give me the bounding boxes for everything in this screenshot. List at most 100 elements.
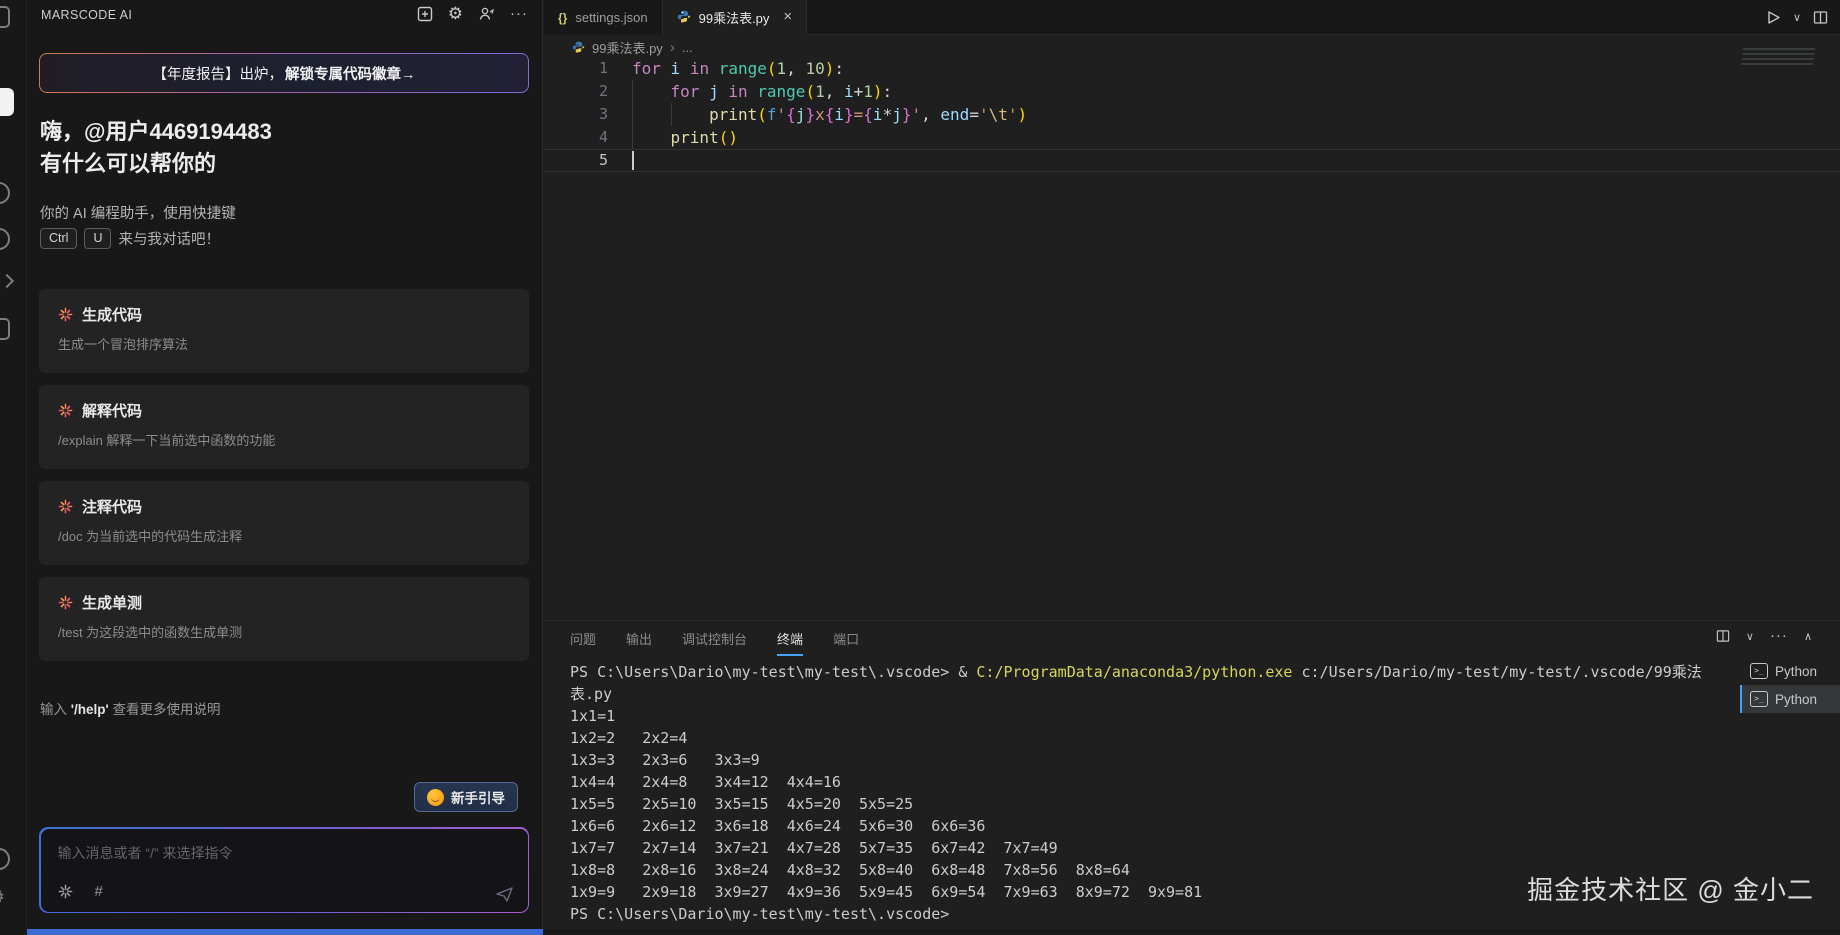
sparkle-command-icon[interactable] xyxy=(58,884,73,899)
card-title: 注释代码 xyxy=(82,496,142,517)
code-editor[interactable]: 1for i in range(1, 10):2 for j in range(… xyxy=(544,57,1840,172)
intro-text: 你的 AI 编程助手，使用快捷键 xyxy=(40,202,236,223)
line-number: 3 xyxy=(544,103,608,126)
sparkle-icon xyxy=(58,499,73,514)
terminal-icon: >_ xyxy=(1750,691,1768,707)
panel-tab[interactable]: 问题 xyxy=(570,629,596,656)
activity-icon-partial[interactable] xyxy=(0,228,10,250)
breadcrumb-file: 99乘法表.py xyxy=(592,38,663,57)
panel-maximize-icon[interactable]: ∧ xyxy=(1804,630,1812,643)
terminal-label: Python xyxy=(1775,692,1817,707)
editor-area: {} settings.json 99乘法表.py × ∨ xyxy=(544,0,1840,620)
code-line[interactable]: 4 print() xyxy=(544,126,1840,149)
terminal-line: 1x2=2 2x2=4 xyxy=(570,727,1730,749)
code-line[interactable]: 1for i in range(1, 10): xyxy=(544,57,1840,80)
line-number: 1 xyxy=(544,57,608,80)
terminal-list: >_ Python >_ Python xyxy=(1740,657,1840,713)
panel-tab[interactable]: 端口 xyxy=(833,629,859,656)
indent-guide xyxy=(632,80,633,103)
card-title: 生成单测 xyxy=(82,592,142,613)
indent-guide xyxy=(632,103,633,126)
editor-tab-bar: {} settings.json 99乘法表.py × ∨ xyxy=(544,0,1840,35)
card-title: 生成代码 xyxy=(82,304,142,325)
keycap-u: U xyxy=(84,228,111,249)
activity-icon-partial[interactable] xyxy=(0,318,10,340)
account-icon[interactable] xyxy=(0,848,10,870)
bottom-panel: 问题 输出 调试控制台 终端 端口 ∨ ··· ∧ PS C:\Users\Dario\… xyxy=(544,620,1840,929)
tab-99-multiplication-py[interactable]: 99乘法表.py × xyxy=(663,0,808,35)
editor-cursor xyxy=(632,151,634,170)
terminal-list-item[interactable]: >_ Python xyxy=(1740,685,1840,713)
line-number: 4 xyxy=(544,126,608,149)
chat-input[interactable]: 输入消息或者 “/” 来选择指令 # xyxy=(39,827,529,913)
new-chat-icon[interactable] xyxy=(417,6,433,22)
keycap-ctrl: Ctrl xyxy=(40,228,77,249)
card-description: /explain 解释一下当前选中函数的功能 xyxy=(58,430,510,449)
greeting-line2: 有什么可以帮你的 xyxy=(40,148,272,180)
split-terminal-icon[interactable] xyxy=(1716,629,1730,643)
line-number: 2 xyxy=(544,80,608,103)
code-line[interactable]: 3 print(f'{j}x{i}={i*j}', end='\t') xyxy=(544,103,1840,126)
community-watermark: 掘金技术社区 @ 金小二 xyxy=(1527,870,1814,907)
status-bar[interactable] xyxy=(27,929,543,935)
marscode-sidebar: MARSCODE AI ⚙ ··· 【年度报告】出炉，解锁专属代码徽章→ 嗨，@… xyxy=(27,0,543,929)
terminal-split-dropdown-icon[interactable]: ∨ xyxy=(1746,630,1754,643)
run-python-button[interactable] xyxy=(1766,10,1781,25)
greeting: 嗨，@用户4469194483 有什么可以帮你的 xyxy=(40,116,272,180)
panel-more-actions-icon[interactable]: ··· xyxy=(1770,627,1788,645)
activity-item-active-marscode[interactable] xyxy=(0,88,14,116)
account-switch-icon[interactable] xyxy=(478,6,495,22)
activity-bar: ⚙ xyxy=(0,0,27,935)
activity-icon-partial[interactable] xyxy=(0,274,14,288)
panel-tab[interactable]: 输出 xyxy=(626,629,652,656)
split-editor-icon[interactable] xyxy=(1813,10,1828,25)
terminal-label: Python xyxy=(1775,664,1817,679)
suggestion-card[interactable]: 生成代码生成一个冒泡排序算法 xyxy=(39,289,529,373)
activity-icon-partial[interactable] xyxy=(0,6,10,28)
help-command: '/help' xyxy=(71,702,109,717)
code-line[interactable]: 2 for j in range(1, i+1): xyxy=(544,80,1840,103)
sparkle-icon xyxy=(58,403,73,418)
suggestion-card[interactable]: 生成单测/test 为这段选中的函数生成单测 xyxy=(39,577,529,661)
intro-suffix: 来与我对话吧！ xyxy=(118,228,220,249)
send-icon[interactable] xyxy=(496,886,514,902)
python-file-icon xyxy=(572,41,585,54)
terminal-line: 1x3=3 2x3=6 3x3=9 xyxy=(570,749,1730,771)
suggestion-card[interactable]: 注释代码/doc 为当前选中的代码生成注释 xyxy=(39,481,529,565)
hug-emoji-icon xyxy=(427,789,444,806)
help-line: 输入 '/help' 查看更多使用说明 xyxy=(40,698,220,718)
beginner-guide-button[interactable]: 新手引导 xyxy=(414,782,518,812)
sparkle-icon xyxy=(58,595,73,610)
terminal-list-item[interactable]: >_ Python xyxy=(1740,657,1840,685)
chat-input-placeholder: 输入消息或者 “/” 来选择指令 xyxy=(58,843,233,863)
tab-close-icon[interactable]: × xyxy=(783,10,792,24)
terminal-line: 1x1=1 xyxy=(570,705,1730,727)
terminal-icon: >_ xyxy=(1750,663,1768,679)
faint-watermark xyxy=(1741,48,1816,66)
sidebar-title: MARSCODE AI xyxy=(41,8,132,22)
gear-icon[interactable]: ⚙ xyxy=(448,6,463,22)
breadcrumb-chevron-icon: › xyxy=(670,39,675,56)
breadcrumb-more[interactable]: ... xyxy=(682,40,693,55)
panel-tab[interactable]: 终端 xyxy=(777,629,803,656)
annual-report-banner[interactable]: 【年度报告】出炉，解锁专属代码徽章→ xyxy=(39,53,529,93)
terminal-line: 1x7=7 2x7=14 3x7=21 4x7=28 5x7=35 6x7=42… xyxy=(570,837,1730,859)
run-dropdown-icon[interactable]: ∨ xyxy=(1793,11,1801,24)
shortcut-row: Ctrl U 来与我对话吧！ xyxy=(40,228,220,249)
code-line[interactable]: 5 xyxy=(544,149,1840,172)
panel-tab[interactable]: 调试控制台 xyxy=(682,629,747,656)
activity-icon-partial[interactable] xyxy=(0,182,10,204)
settings-gear-icon[interactable]: ⚙ xyxy=(0,886,5,909)
suggestion-card[interactable]: 解释代码/explain 解释一下当前选中函数的功能 xyxy=(39,385,529,469)
terminal-line: 1x6=6 2x6=12 3x6=18 4x6=24 5x6=30 6x6=36 xyxy=(570,815,1730,837)
breadcrumb[interactable]: 99乘法表.py › ... xyxy=(572,38,693,57)
terminal-line: PS C:\Users\Dario\my-test\my-test\.vscod… xyxy=(570,661,1730,683)
json-file-icon: {} xyxy=(558,11,567,25)
tab-settings-json[interactable]: {} settings.json xyxy=(544,0,663,35)
more-actions-icon[interactable]: ··· xyxy=(510,5,528,23)
hash-context-icon[interactable]: # xyxy=(95,883,103,900)
card-title: 解释代码 xyxy=(82,400,142,421)
vscode-window: ⚙ MARSCODE AI ⚙ ··· 【年度报告】出炉，解锁专属代码徽章→ 嗨… xyxy=(0,0,1840,935)
suggestion-cards: 生成代码生成一个冒泡排序算法解释代码/explain 解释一下当前选中函数的功能… xyxy=(39,289,529,661)
indent-guide xyxy=(671,103,672,126)
